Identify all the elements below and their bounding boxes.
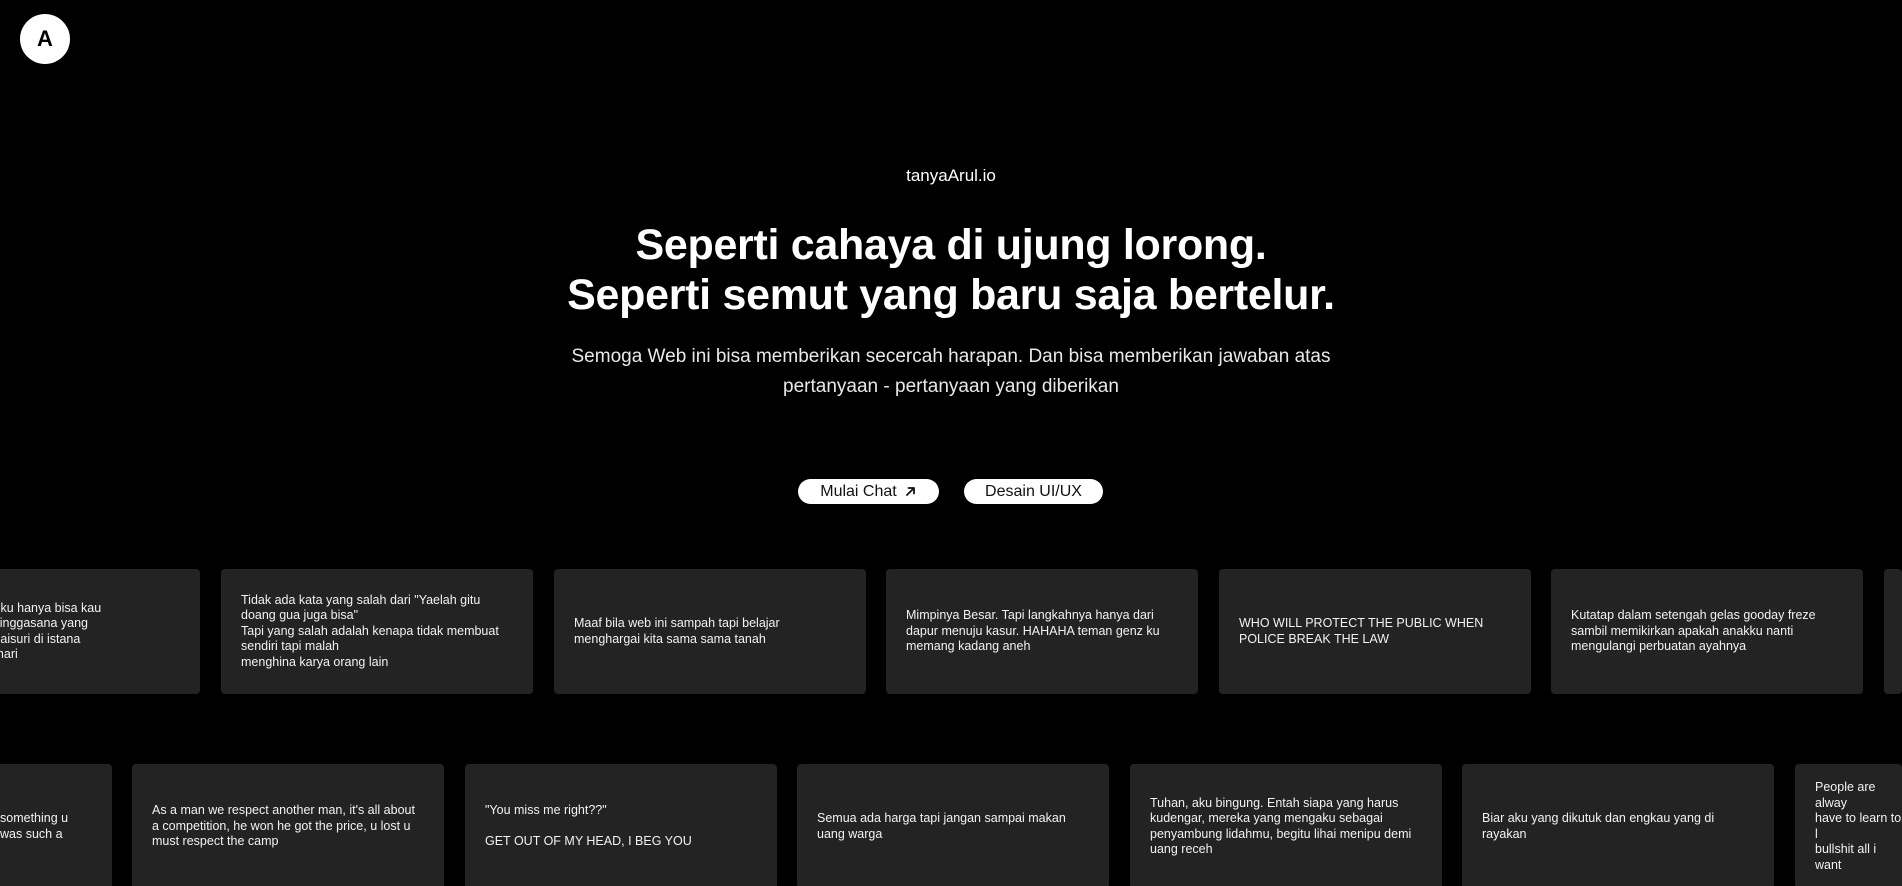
quote-text: WHO WILL PROTECT THE PUBLIC WHEN POLICE … <box>1239 616 1484 646</box>
quote-card[interactable] <box>1884 569 1902 694</box>
headline: Seperti cahaya di ujung lorong. Seperti … <box>0 220 1902 320</box>
quote-text: Semua ada harga tapi jangan sampai makan… <box>817 811 1066 841</box>
quotes-row-2: something u was such a As a man we respe… <box>0 764 1902 886</box>
quote-text: something u was such a <box>0 811 69 841</box>
headline-line-1: Seperti cahaya di ujung lorong. <box>635 221 1267 269</box>
quote-text: Tuhan, aku bingung. Entah siapa yang har… <box>1150 795 1412 857</box>
quote-card[interactable]: Semua ada harga tapi jangan sampai makan… <box>797 764 1109 886</box>
quote-card[interactable]: Tuhan, aku bingung. Entah siapa yang har… <box>1130 764 1442 886</box>
design-ui-ux-button[interactable]: Desain UI/UX <box>964 479 1103 504</box>
design-ui-ux-label: Desain UI/UX <box>985 482 1082 500</box>
quote-text: "You miss me right??" GET OUT OF MY HEAD… <box>485 803 692 849</box>
quote-card[interactable]: Kutatap dalam setengah gelas gooday frez… <box>1551 569 1863 694</box>
logo-letter: A <box>37 26 53 51</box>
quote-card[interactable]: Maaf bila web ini sampah tapi belajar me… <box>554 569 866 694</box>
quote-text: Maaf bila web ini sampah tapi belajar me… <box>574 616 780 646</box>
quote-text: Tidak ada kata yang salah dari "Yaelah g… <box>241 592 499 669</box>
start-chat-label: Mulai Chat <box>820 482 897 500</box>
quotes-row-1: a segala tentangku hanya bisa kau ama. I… <box>0 569 1902 694</box>
quote-text: Kutatap dalam setengah gelas gooday frez… <box>1571 608 1816 654</box>
quote-text: a segala tentangku hanya bisa kau ama. I… <box>0 600 102 662</box>
quote-text: Biar aku yang dikutuk dan engkau yang di… <box>1482 811 1715 841</box>
start-chat-button[interactable]: Mulai Chat <box>798 479 939 504</box>
quote-card[interactable]: a segala tentangku hanya bisa kau ama. I… <box>0 569 200 694</box>
arrow-up-right-icon <box>905 487 915 496</box>
page: A tanyaArul.io Seperti cahaya di ujung l… <box>0 0 1902 886</box>
quote-card[interactable]: Biar aku yang dikutuk dan engkau yang di… <box>1462 764 1774 886</box>
headline-line-2: Seperti semut yang baru saja bertelur. <box>567 271 1335 319</box>
quote-card[interactable]: People are alway have to learn to l bull… <box>1795 764 1902 886</box>
quote-text: People are alway have to learn to l bull… <box>1815 780 1902 872</box>
logo-avatar[interactable]: A <box>20 14 70 64</box>
quote-card[interactable]: As a man we respect another man, it's al… <box>132 764 444 886</box>
quote-text: Mimpinya Besar. Tapi langkahnya hanya da… <box>906 608 1160 654</box>
quote-card[interactable]: "You miss me right??" GET OUT OF MY HEAD… <box>465 764 777 886</box>
quote-card[interactable]: Mimpinya Besar. Tapi langkahnya hanya da… <box>886 569 1198 694</box>
subtitle: Semoga Web ini bisa memberikan secercah … <box>571 346 1331 397</box>
quote-card[interactable]: Tidak ada kata yang salah dari "Yaelah g… <box>221 569 533 694</box>
quote-card[interactable]: WHO WILL PROTECT THE PUBLIC WHEN POLICE … <box>1219 569 1531 694</box>
quote-text: As a man we respect another man, it's al… <box>152 803 415 849</box>
brand-name: tanyaArul.io <box>906 166 996 185</box>
quote-card[interactable]: something u was such a <box>0 764 112 886</box>
